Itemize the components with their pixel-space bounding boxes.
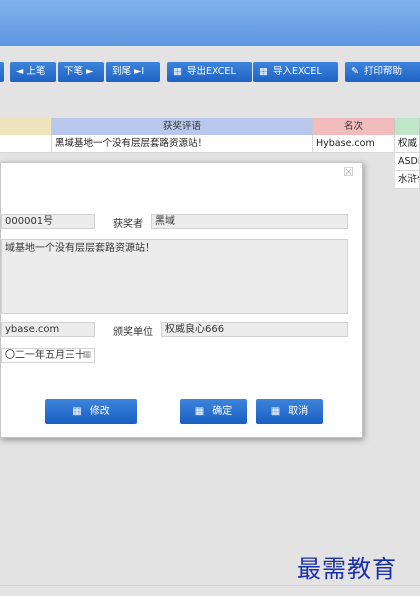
divider: [0, 585, 420, 586]
edit-button-label: 修改: [89, 406, 110, 417]
toolbar: ◄ 上笔 下笔 ► 到尾 ►I ▦ 导出EXCEL ▦ 导入EXCEL ✎ 打印帮助: [0, 56, 420, 86]
column-header-comment[interactable]: 获奖评语: [52, 118, 313, 135]
pen-icon: ✎: [351, 66, 359, 77]
toolbar-button-partial[interactable]: [0, 62, 4, 82]
watermark-logo: 最需教育: [297, 555, 397, 583]
award-date-field[interactable]: 〇二一年五月三十 ▦: [1, 348, 95, 363]
calendar-icon[interactable]: ▦: [82, 349, 91, 362]
award-unit-field[interactable]: 权威良心666: [161, 322, 348, 337]
grid-icon: ▦: [259, 66, 268, 77]
cancel-button-label: 取消: [288, 406, 309, 417]
award-date-value: 〇二一年五月三十: [5, 350, 85, 361]
table-cell[interactable]: Hybase.com: [313, 135, 395, 153]
next-record-button[interactable]: 下笔 ►: [58, 62, 104, 82]
cancel-button[interactable]: ▦ 取消: [256, 399, 323, 424]
last-record-button[interactable]: 到尾 ►I: [106, 62, 160, 82]
print-help-button[interactable]: ✎ 打印帮助: [345, 62, 420, 82]
ok-button[interactable]: ▦ 确定: [180, 399, 247, 424]
table-cell[interactable]: [0, 135, 52, 153]
record-number-field[interactable]: 000001号: [1, 214, 95, 229]
print-help-label: 打印帮助: [363, 66, 402, 77]
grid-icon: ▦: [173, 66, 182, 77]
grid-icon: ▦: [72, 406, 82, 417]
ok-button-label: 确定: [212, 406, 233, 417]
table-cell[interactable]: 水浒代: [395, 171, 420, 189]
website-field[interactable]: ybase.com: [1, 322, 95, 337]
app-title-bar: [0, 0, 420, 46]
column-header-partial: [0, 118, 52, 135]
export-excel-button[interactable]: ▦ 导出EXCEL: [167, 62, 252, 82]
column-header-rank[interactable]: 名次: [313, 118, 395, 135]
grid-icon: ▦: [194, 406, 205, 417]
comment-textarea[interactable]: 域基地一个没有层层套路资源站！: [1, 239, 348, 314]
prev-record-button[interactable]: ◄ 上笔: [10, 62, 56, 82]
import-excel-button[interactable]: ▦ 导入EXCEL: [253, 62, 338, 82]
import-excel-label: 导入EXCEL: [272, 66, 322, 77]
column-header-partial-right: [395, 118, 420, 135]
close-icon[interactable]: ☒: [343, 165, 354, 179]
winner-field[interactable]: 黑域: [151, 214, 348, 229]
table-cell[interactable]: 权威: [395, 135, 420, 153]
export-excel-label: 导出EXCEL: [186, 66, 236, 77]
winner-label: 获奖者: [113, 219, 143, 230]
award-unit-label: 颁奖单位: [113, 327, 153, 338]
edit-record-dialog: ☒ 000001号 获奖者 黑域 域基地一个没有层层套路资源站！ ybase.c…: [0, 162, 363, 438]
edit-button[interactable]: ▦ 修改: [45, 399, 137, 424]
table-cell[interactable]: ASDF: [395, 153, 420, 171]
grid-icon: ▦: [270, 406, 281, 417]
table-cell[interactable]: 黑域基地一个没有层层套路资源站！: [52, 135, 313, 153]
